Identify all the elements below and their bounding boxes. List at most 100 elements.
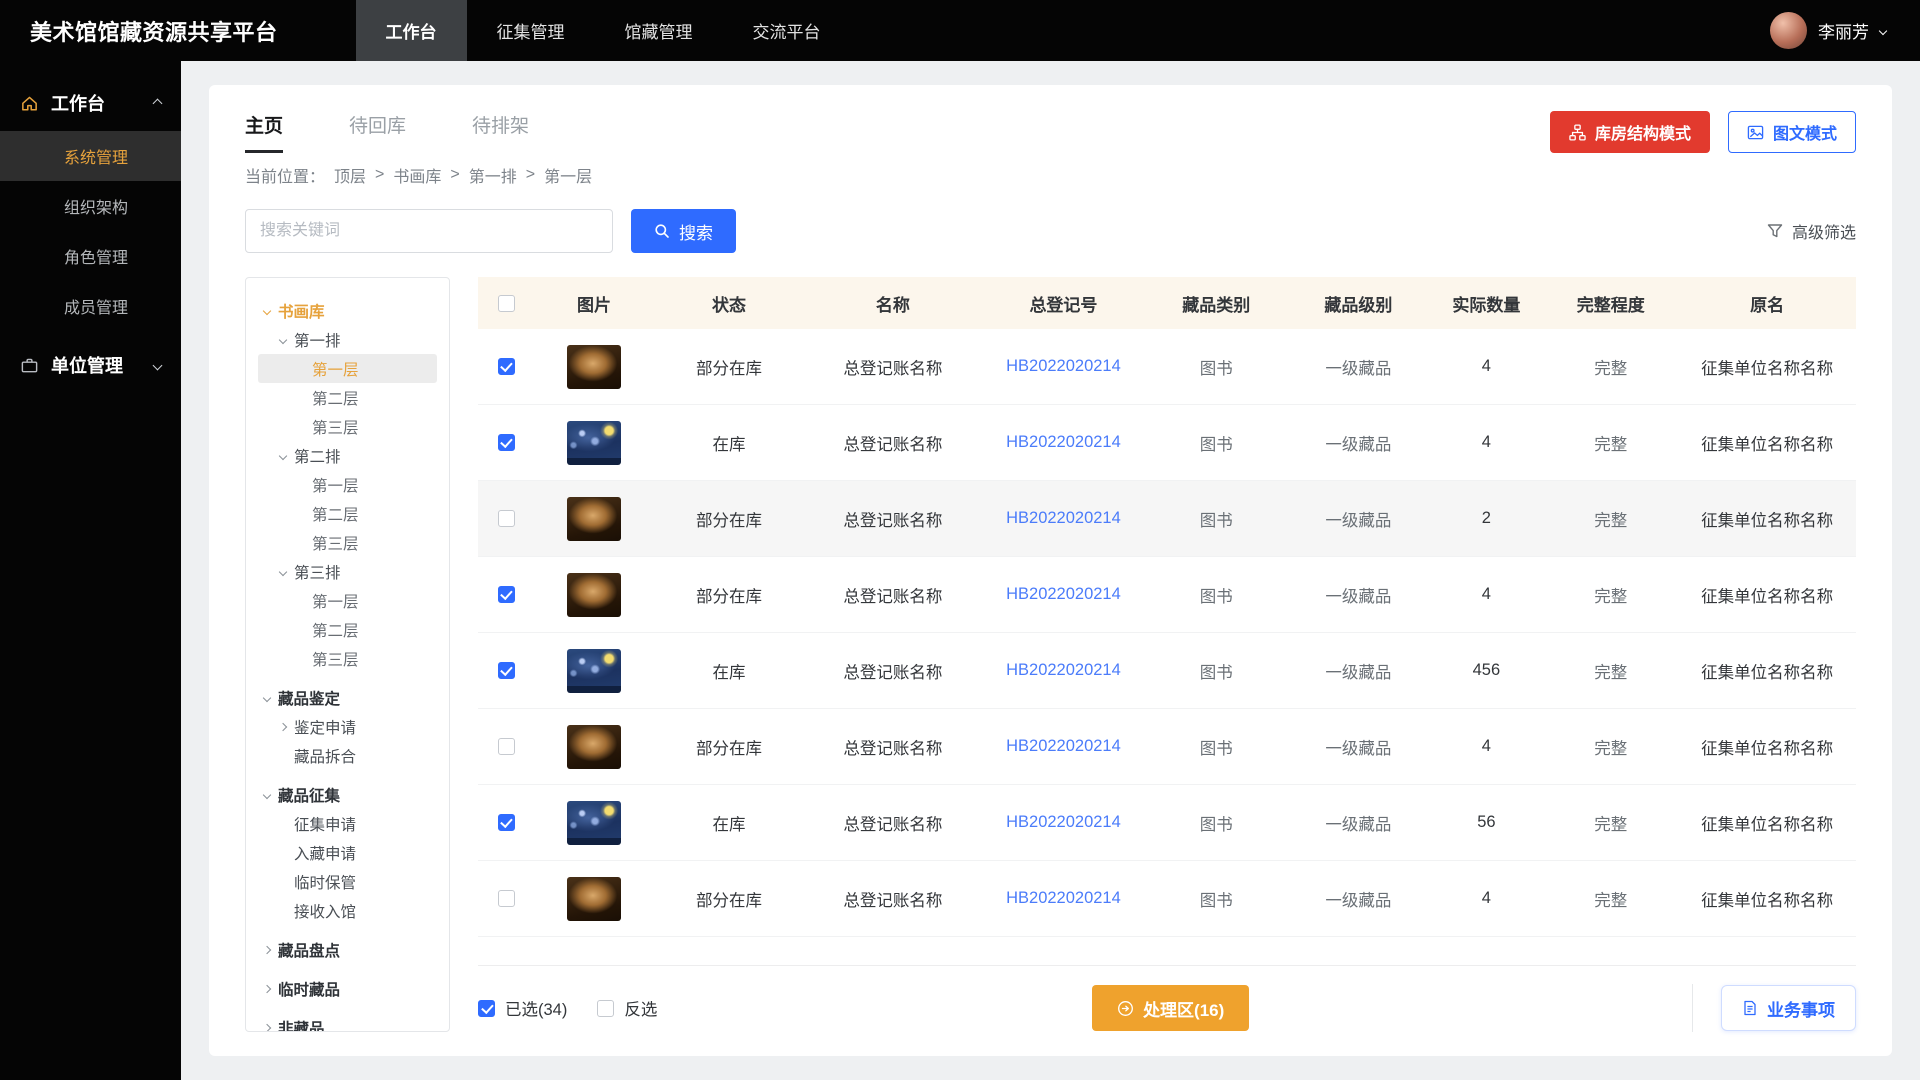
tree-item-layer1-selected[interactable]: 第一层 xyxy=(258,354,437,383)
breadcrumb-item-warehouse[interactable]: 书画库 xyxy=(393,163,441,187)
tree-item-collection[interactable]: 藏品征集 xyxy=(258,780,437,809)
registration-number-link[interactable]: HB2022020214 xyxy=(982,433,1146,452)
artwork-thumbnail[interactable] xyxy=(567,877,621,921)
tree-item-label: 第二层 xyxy=(312,619,359,641)
tree-item-label: 第一层 xyxy=(312,474,359,496)
tree-item-split-merge[interactable]: 藏品拆合 xyxy=(258,741,437,770)
registration-number-link[interactable]: HB2022020214 xyxy=(982,661,1146,680)
tree-item-layer2[interactable]: 第二层 xyxy=(258,499,437,528)
category-cell: 图书 xyxy=(1145,583,1287,607)
row-checkbox[interactable] xyxy=(498,358,515,375)
user-menu[interactable]: 李丽芳 xyxy=(1736,0,1920,61)
sidebar-item-member-mgmt[interactable]: 成员管理 xyxy=(0,281,181,331)
tree-item-collection-request[interactable]: 征集申请 xyxy=(258,809,437,838)
row-checkbox[interactable] xyxy=(498,586,515,603)
row-checkbox[interactable] xyxy=(498,738,515,755)
tab-pending-shelving[interactable]: 待排架 xyxy=(472,111,529,153)
tree-item-label: 第三层 xyxy=(312,532,359,554)
artwork-thumbnail[interactable] xyxy=(567,345,621,389)
artwork-thumbnail[interactable] xyxy=(567,725,621,769)
tree-item-temporary-items[interactable]: 临时藏品 xyxy=(258,974,437,1003)
selected-count-label: 已选(34) xyxy=(505,996,567,1020)
tree-item-layer2[interactable]: 第二层 xyxy=(258,383,437,412)
topnav-workbench[interactable]: 工作台 xyxy=(356,0,467,61)
tree-item-row3[interactable]: 第三排 xyxy=(258,557,437,586)
artwork-thumbnail[interactable] xyxy=(567,649,621,693)
tree-item-layer3[interactable]: 第三层 xyxy=(258,644,437,673)
tree-item-inventory[interactable]: 藏品盘点 xyxy=(258,935,437,964)
tree-item-receive-into-museum[interactable]: 接收入馆 xyxy=(258,896,437,925)
business-matters-button[interactable]: 业务事项 xyxy=(1721,985,1856,1031)
breadcrumb-item-layer[interactable]: 第一层 xyxy=(544,163,592,187)
selected-count-checkbox[interactable]: 已选(34) xyxy=(478,996,567,1020)
origin-cell: 征集单位名称名称 xyxy=(1678,507,1856,531)
registration-number-link[interactable]: HB2022020214 xyxy=(982,813,1146,832)
breadcrumb-item-row[interactable]: 第一排 xyxy=(469,163,517,187)
processing-area-button[interactable]: 处理区(16) xyxy=(1092,985,1249,1031)
status-cell: 部分在库 xyxy=(654,583,804,607)
table-row: 部分在库 总登记账名称 HB2022020214 图书 一级藏品 4 完整 征集… xyxy=(478,709,1856,785)
registration-number-link[interactable]: HB2022020214 xyxy=(982,889,1146,908)
sidebar-section-workbench[interactable]: 工作台 xyxy=(0,75,181,131)
topnav-collection-mgmt[interactable]: 征集管理 xyxy=(467,0,595,61)
tree-item-layer1[interactable]: 第一层 xyxy=(258,586,437,615)
home-icon xyxy=(20,94,39,113)
table-row: 在库 总登记账名称 HB2022020214 图书 一级藏品 56 完整 征集单… xyxy=(478,785,1856,861)
tree-item-layer3[interactable]: 第三层 xyxy=(258,528,437,557)
search-input[interactable] xyxy=(245,209,613,253)
tree-item-label: 第二层 xyxy=(312,503,359,525)
category-cell: 图书 xyxy=(1145,735,1287,759)
advanced-filter-button[interactable]: 高级筛选 xyxy=(1767,219,1856,243)
artwork-thumbnail[interactable] xyxy=(567,497,621,541)
status-cell: 在库 xyxy=(654,431,804,455)
sidebar-item-system-mgmt[interactable]: 系统管理 xyxy=(0,131,181,181)
tree-item-row2[interactable]: 第二排 xyxy=(258,441,437,470)
select-all-checkbox[interactable] xyxy=(498,295,515,312)
name-cell: 总登记账名称 xyxy=(804,811,982,835)
artwork-thumbnail[interactable] xyxy=(567,573,621,617)
checkbox[interactable] xyxy=(597,1000,614,1017)
tree-item-row1[interactable]: 第一排 xyxy=(258,325,437,354)
row-checkbox[interactable] xyxy=(498,662,515,679)
tab-home[interactable]: 主页 xyxy=(245,111,283,153)
sidebar-section-unit-mgmt[interactable]: 单位管理 xyxy=(0,337,181,393)
warehouse-structure-mode-button[interactable]: 库房结构模式 xyxy=(1550,111,1710,153)
tree-item-non-collection[interactable]: 非藏品 xyxy=(258,1013,437,1032)
row-checkbox[interactable] xyxy=(498,890,515,907)
integrity-cell: 完整 xyxy=(1543,507,1678,531)
row-checkbox[interactable] xyxy=(498,434,515,451)
tree-item-label: 第三层 xyxy=(312,416,359,438)
sidebar-item-role-mgmt[interactable]: 角色管理 xyxy=(0,231,181,281)
tree-item-layer1[interactable]: 第一层 xyxy=(258,470,437,499)
tree-item-temporary-custody[interactable]: 临时保管 xyxy=(258,867,437,896)
table-footer: 已选(34) 反选 处理区(16) xyxy=(478,965,1856,1032)
row-checkbox[interactable] xyxy=(498,814,515,831)
tree-item-layer2[interactable]: 第二层 xyxy=(258,615,437,644)
topnav-exchange-platform[interactable]: 交流平台 xyxy=(723,0,851,61)
tab-pending-return[interactable]: 待回库 xyxy=(349,111,406,153)
tree-item-label: 非藏品 xyxy=(278,1017,325,1033)
level-cell: 一级藏品 xyxy=(1287,431,1429,455)
artwork-thumbnail[interactable] xyxy=(567,421,621,465)
tree-item-layer3[interactable]: 第三层 xyxy=(258,412,437,441)
search-button[interactable]: 搜索 xyxy=(631,209,736,253)
level-cell: 一级藏品 xyxy=(1287,659,1429,683)
artwork-thumbnail[interactable] xyxy=(567,801,621,845)
tree-item-accession-request[interactable]: 入藏申请 xyxy=(258,838,437,867)
registration-number-link[interactable]: HB2022020214 xyxy=(982,585,1146,604)
breadcrumb-item-top[interactable]: 顶层 xyxy=(334,163,366,187)
topnav-holdings-mgmt[interactable]: 馆藏管理 xyxy=(595,0,723,61)
collection-table: 图片 状态 名称 总登记号 藏品类别 藏品级别 实际数量 完整程度 原名 部分在… xyxy=(478,277,1856,1032)
tree-item-warehouse[interactable]: 书画库 xyxy=(258,296,437,325)
graphic-mode-button[interactable]: 图文模式 xyxy=(1728,111,1856,153)
invert-selection-checkbox[interactable]: 反选 xyxy=(597,996,657,1020)
sidebar-item-org-structure[interactable]: 组织架构 xyxy=(0,181,181,231)
tree-item-appraisal-request[interactable]: 鉴定申请 xyxy=(258,712,437,741)
table-row: 部分在库 总登记账名称 HB2022020214 图书 一级藏品 4 完整 征集… xyxy=(478,329,1856,405)
checkbox[interactable] xyxy=(478,1000,495,1017)
tree-item-appraisal[interactable]: 藏品鉴定 xyxy=(258,683,437,712)
registration-number-link[interactable]: HB2022020214 xyxy=(982,737,1146,756)
registration-number-link[interactable]: HB2022020214 xyxy=(982,357,1146,376)
registration-number-link[interactable]: HB2022020214 xyxy=(982,509,1146,528)
row-checkbox[interactable] xyxy=(498,510,515,527)
